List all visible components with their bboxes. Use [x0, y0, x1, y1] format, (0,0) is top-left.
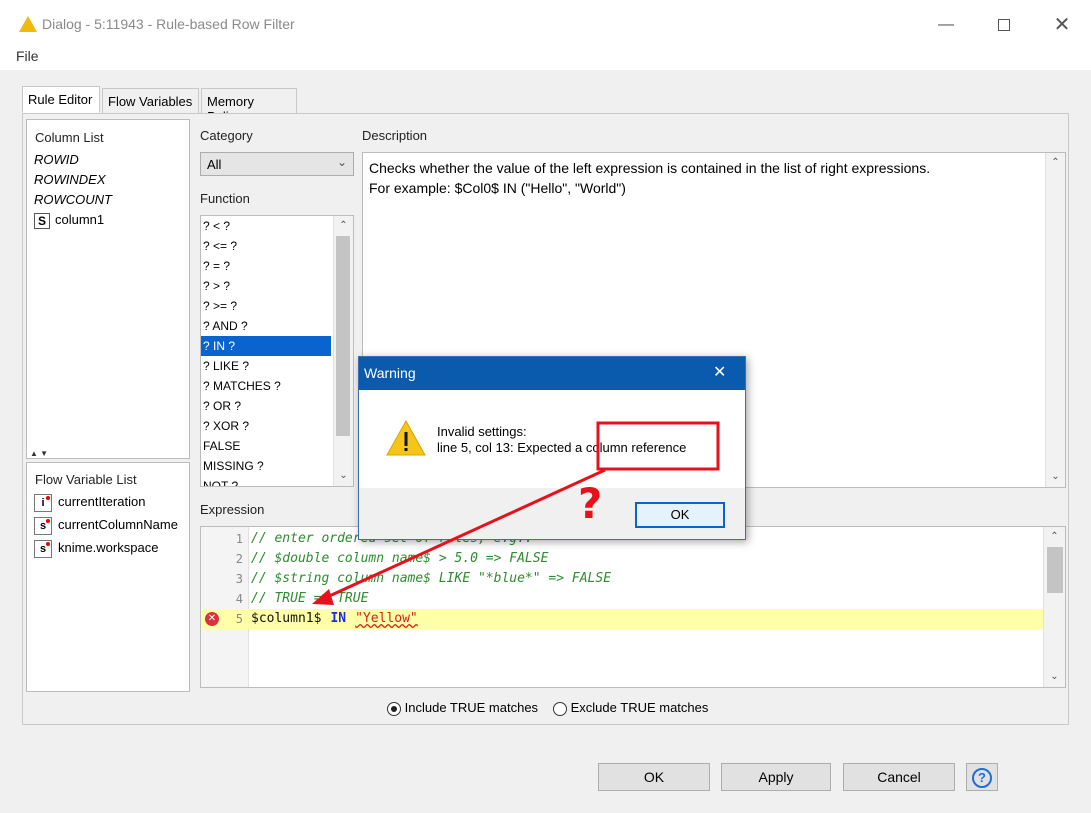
annotation-arrow-head	[312, 589, 334, 605]
annotation-arrow-line	[324, 468, 606, 600]
red-annotation-overlay	[312, 421, 720, 605]
highlight-box	[596, 421, 720, 471]
question-mark-annotation: ?	[578, 479, 603, 528]
